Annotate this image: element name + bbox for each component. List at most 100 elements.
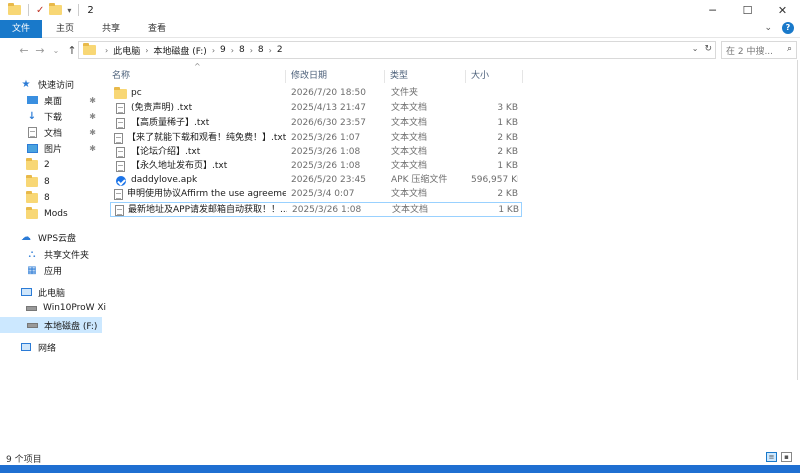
expand-ribbon-icon[interactable]: ⌄ (764, 23, 772, 33)
tab-file[interactable]: 文件 (0, 19, 43, 38)
chevron-right-icon[interactable]: › (105, 46, 108, 55)
sidebar-item-quick-access[interactable]: ★ 快速访问 (0, 76, 102, 92)
file-row[interactable]: 申明使用协议Affirm the use agreemen... 2025/3/… (110, 187, 522, 202)
customize-toolbar-icon[interactable]: ▾ (67, 6, 71, 15)
properties-icon[interactable]: ✓ (36, 5, 44, 16)
file-row[interactable]: (免责声明) .txt 2025/4/13 21:47 文本文档 3 KB (110, 101, 522, 116)
close-button[interactable]: ✕ (765, 0, 800, 20)
address-actions: ⌄ ↻ (692, 44, 712, 54)
pin-icon[interactable]: ✱ (89, 128, 96, 137)
column-header-date[interactable]: 修改日期 (291, 68, 327, 84)
column-divider[interactable] (465, 70, 466, 83)
chevron-right-icon[interactable]: › (212, 46, 215, 55)
sidebar-item-folder[interactable]: 8 (0, 174, 102, 190)
file-date: 2026/6/30 23:57 (291, 118, 366, 128)
sidebar-item-shared-folder[interactable]: ⛬ 共享文件夹 (0, 246, 102, 262)
sidebar-item-label: 共享文件夹 (44, 250, 90, 261)
column-divider[interactable] (384, 70, 385, 83)
sidebar-item-network[interactable]: 网络 (0, 339, 102, 355)
file-row[interactable]: 【永久地址发布页】.txt 2025/3/26 1:08 文本文档 1 KB (110, 159, 522, 174)
sidebar-item-mods[interactable]: Mods (0, 206, 102, 222)
column-header-type[interactable]: 类型 (390, 68, 408, 84)
file-row[interactable]: 【高质量稀子】.txt 2026/6/30 23:57 文本文档 1 KB (110, 116, 522, 131)
window-controls: ─ ☐ ✕ (695, 0, 800, 20)
chevron-right-icon[interactable]: › (231, 46, 234, 55)
title-bar: ✓ ▾ 2 ─ ☐ ✕ (0, 0, 800, 20)
sidebar-item-folder[interactable]: 2 (0, 157, 102, 173)
sidebar-item-label: WPS云盘 (38, 233, 77, 244)
download-icon: ↓ (27, 110, 37, 122)
tab-share[interactable]: 共享 (88, 20, 134, 38)
sidebar-item-downloads[interactable]: ↓ 下载 ✱ (0, 108, 102, 124)
file-date: 2025/3/26 1:08 (292, 205, 362, 215)
sidebar-item-pictures[interactable]: 图片 ✱ (0, 140, 102, 156)
file-date: 2025/4/13 21:47 (291, 103, 366, 113)
refresh-icon[interactable]: ↻ (704, 44, 712, 54)
column-header-name[interactable]: 名称 (112, 68, 130, 84)
file-type: 文本文档 (392, 205, 429, 215)
file-row[interactable]: 【论坛介绍】.txt 2025/3/26 1:08 文本文档 2 KB (110, 145, 522, 160)
address-bar[interactable]: › 此电脑 › 本地磁盘 (F:) › 9 › 8 › 8 › 2 ⌄ ↻ (78, 41, 716, 59)
file-date: 2025/3/4 0:07 (291, 189, 355, 199)
pin-icon[interactable]: ✱ (89, 96, 96, 105)
pin-icon[interactable]: ✱ (89, 112, 96, 121)
chevron-right-icon[interactable]: › (269, 46, 272, 55)
sidebar-item-drive-f[interactable]: 本地磁盘 (F:) (0, 317, 102, 333)
file-size: 3 KB (497, 103, 518, 113)
details-view-icon[interactable]: ≡ (766, 452, 777, 462)
sidebar-item-label: 文档 (44, 128, 63, 139)
tab-home[interactable]: 主页 (42, 20, 88, 38)
new-folder-icon[interactable] (49, 3, 63, 15)
tab-view[interactable]: 查看 (134, 20, 180, 38)
sidebar-item-label: Win10ProW Xi (43, 303, 107, 313)
column-headers: 名称 修改日期 类型 大小 (102, 68, 532, 84)
breadcrumb-item[interactable]: 本地磁盘 (F:) (153, 44, 206, 57)
share-icon: ⛬ (28, 248, 36, 260)
file-row-apk[interactable]: daddylove.apk 2026/5/20 23:45 APK 压缩文件 5… (110, 173, 522, 188)
chevron-right-icon[interactable]: › (250, 46, 253, 55)
file-name: 【高质量稀子】.txt (131, 118, 210, 128)
file-date: 2025/3/26 1:08 (291, 161, 361, 171)
file-row-folder[interactable]: pc 2026/7/20 18:50 文件夹 (110, 86, 522, 101)
file-type: 文本文档 (391, 103, 428, 113)
chevron-right-icon[interactable]: › (145, 46, 148, 55)
file-date: 2025/3/26 1:07 (291, 133, 361, 143)
file-size: 2 KB (497, 189, 518, 199)
chevron-down-icon[interactable]: ⌄ (692, 44, 699, 54)
sidebar-item-apps[interactable]: ▦ 应用 (0, 262, 102, 278)
text-file-icon (114, 103, 127, 114)
navigation-pane: ★ 快速访问 桌面 ✱ ↓ 下载 ✱ 文档 ✱ 图片 ✱ 2 8 8 Mods … (0, 62, 106, 452)
search-input[interactable]: 在 2 中搜... (726, 44, 773, 57)
file-name: 最新地址及APP请发邮箱自动获取！！... (128, 205, 287, 215)
file-size (471, 86, 518, 101)
pin-icon[interactable]: ✱ (89, 144, 96, 153)
recent-chevron-icon[interactable]: ⌄ (48, 46, 64, 55)
column-header-size[interactable]: 大小 (471, 68, 489, 84)
quick-access-toolbar: ✓ ▾ (0, 3, 81, 16)
help-icon[interactable]: ? (782, 22, 794, 34)
breadcrumb-item[interactable]: 此电脑 (113, 44, 140, 57)
breadcrumb-item[interactable]: 2 (277, 45, 283, 55)
minimize-button[interactable]: ─ (695, 0, 730, 20)
forward-arrow-icon[interactable]: → (32, 44, 48, 57)
sidebar-item-drive-c[interactable]: Win10ProW Xi (0, 300, 106, 316)
sidebar-item-documents[interactable]: 文档 ✱ (0, 124, 102, 140)
maximize-button[interactable]: ☐ (730, 0, 765, 20)
sidebar-item-label: 8 (44, 193, 50, 203)
text-file-icon (115, 205, 124, 216)
sidebar-item-wps-cloud[interactable]: ☁ WPS云盘 (0, 229, 102, 245)
back-arrow-icon[interactable]: ← (16, 44, 32, 57)
large-icons-view-icon[interactable]: ▪ (781, 452, 792, 462)
file-row[interactable]: 【来了就能下载和观看！纯免费！】.txt 2025/3/26 1:07 文本文档… (110, 131, 522, 146)
sidebar-item-desktop[interactable]: 桌面 ✱ (0, 92, 102, 108)
file-size: 1 KB (497, 161, 518, 171)
computer-icon (20, 287, 32, 298)
column-divider[interactable] (522, 70, 523, 83)
file-row-selected[interactable]: 最新地址及APP请发邮箱自动获取！！... 2025/3/26 1:08 文本文… (110, 202, 522, 217)
column-divider[interactable] (285, 70, 286, 83)
sidebar-item-this-pc[interactable]: 此电脑 (0, 284, 102, 300)
network-icon (20, 342, 32, 353)
file-type: 文本文档 (391, 147, 428, 157)
search-box[interactable]: 在 2 中搜... ⌕ (721, 41, 797, 59)
sidebar-item-folder[interactable]: 8 (0, 190, 102, 206)
